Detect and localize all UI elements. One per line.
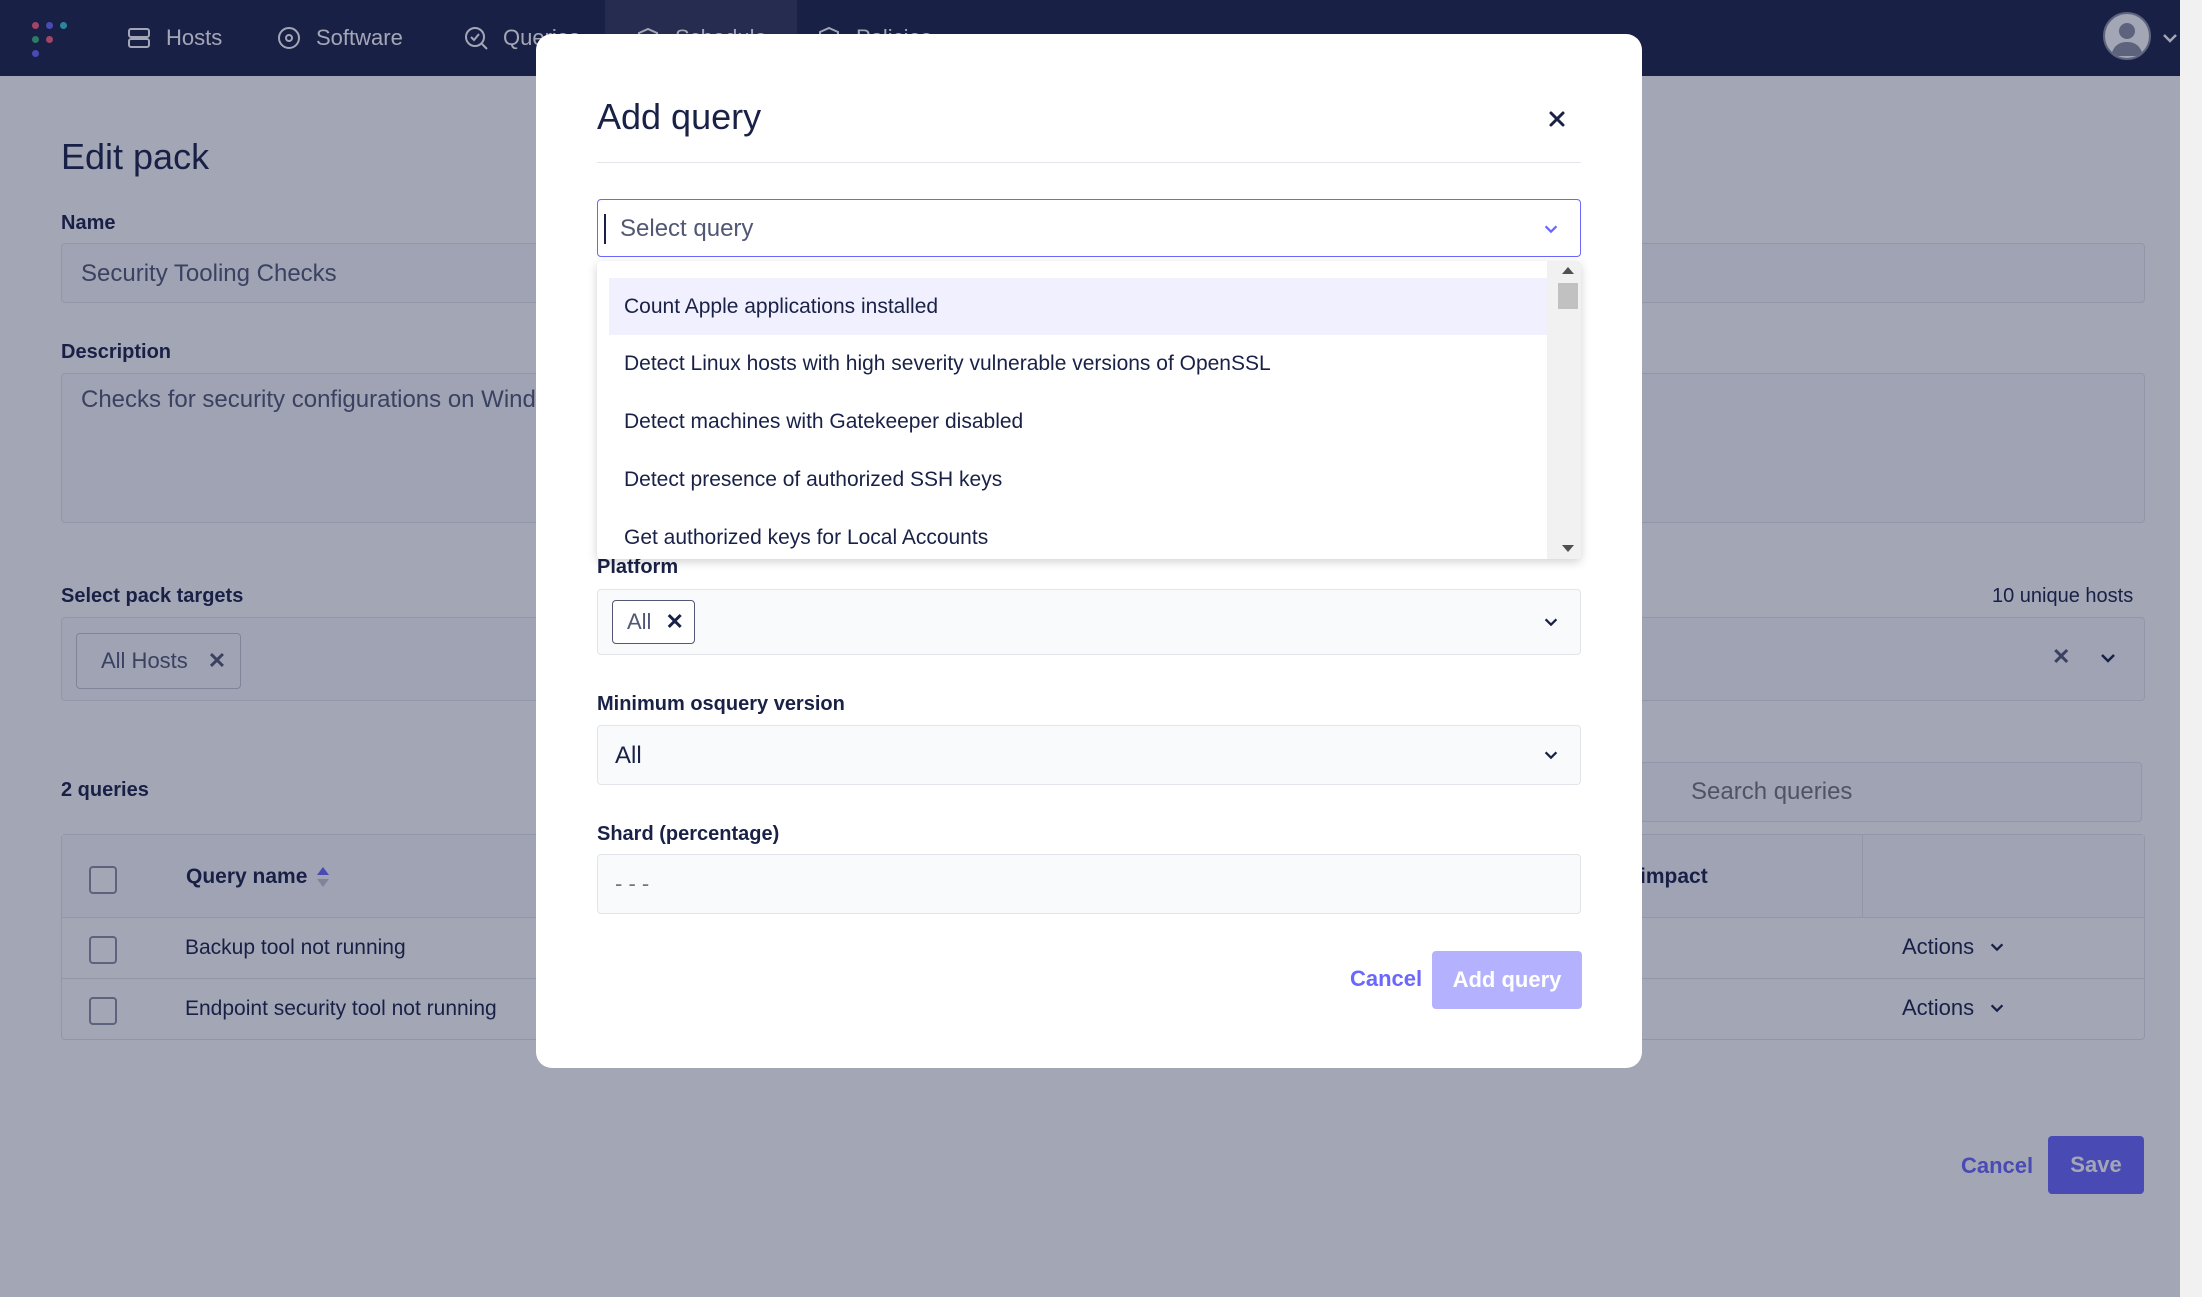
add-query-modal: Add query Select query Platform All ✕ Mi… [536,34,1642,1068]
platform-select[interactable]: All ✕ [597,589,1581,655]
text-caret [604,214,606,244]
query-option[interactable]: Detect presence of authorized SSH keys [609,451,1547,508]
chevron-down-icon[interactable] [1542,746,1560,764]
chevron-down-icon[interactable] [1542,220,1560,238]
select-query-placeholder: Select query [620,215,754,242]
select-query-dropdown[interactable]: Select query [597,199,1581,257]
min-version-select[interactable]: All [597,725,1581,785]
query-option[interactable]: Count Apple applications installed [609,278,1547,335]
scroll-up-icon[interactable] [1562,267,1574,274]
platform-label: Platform [597,556,679,578]
modal-title: Add query [597,96,762,137]
scroll-thumb[interactable] [1558,283,1578,309]
shard-input[interactable] [597,854,1581,914]
scroll-down-icon[interactable] [1562,545,1574,552]
remove-chip-icon[interactable]: ✕ [665,609,683,635]
query-option[interactable]: Detect Linux hosts with high severity vu… [609,335,1547,392]
min-version-label: Minimum osquery version [597,693,845,715]
modal-cancel-button[interactable]: Cancel [1350,966,1422,992]
close-icon[interactable] [1542,104,1572,134]
query-options-menu: Count Apple applications installed Detec… [597,261,1581,559]
min-version-value: All [615,742,642,769]
page-scrollbar[interactable] [2180,0,2202,1297]
modal-divider [597,162,1581,163]
menu-scrollbar[interactable] [1547,261,1581,559]
add-query-button[interactable]: Add query [1432,951,1582,1009]
query-option[interactable]: Get authorized keys for Local Accounts [609,509,1547,559]
platform-chip[interactable]: All ✕ [612,600,695,644]
platform-chip-label: All [627,609,652,634]
shard-label: Shard (percentage) [597,823,780,845]
chevron-down-icon[interactable] [1542,613,1560,631]
query-option[interactable]: Detect machines with Gatekeeper disabled [609,393,1547,450]
